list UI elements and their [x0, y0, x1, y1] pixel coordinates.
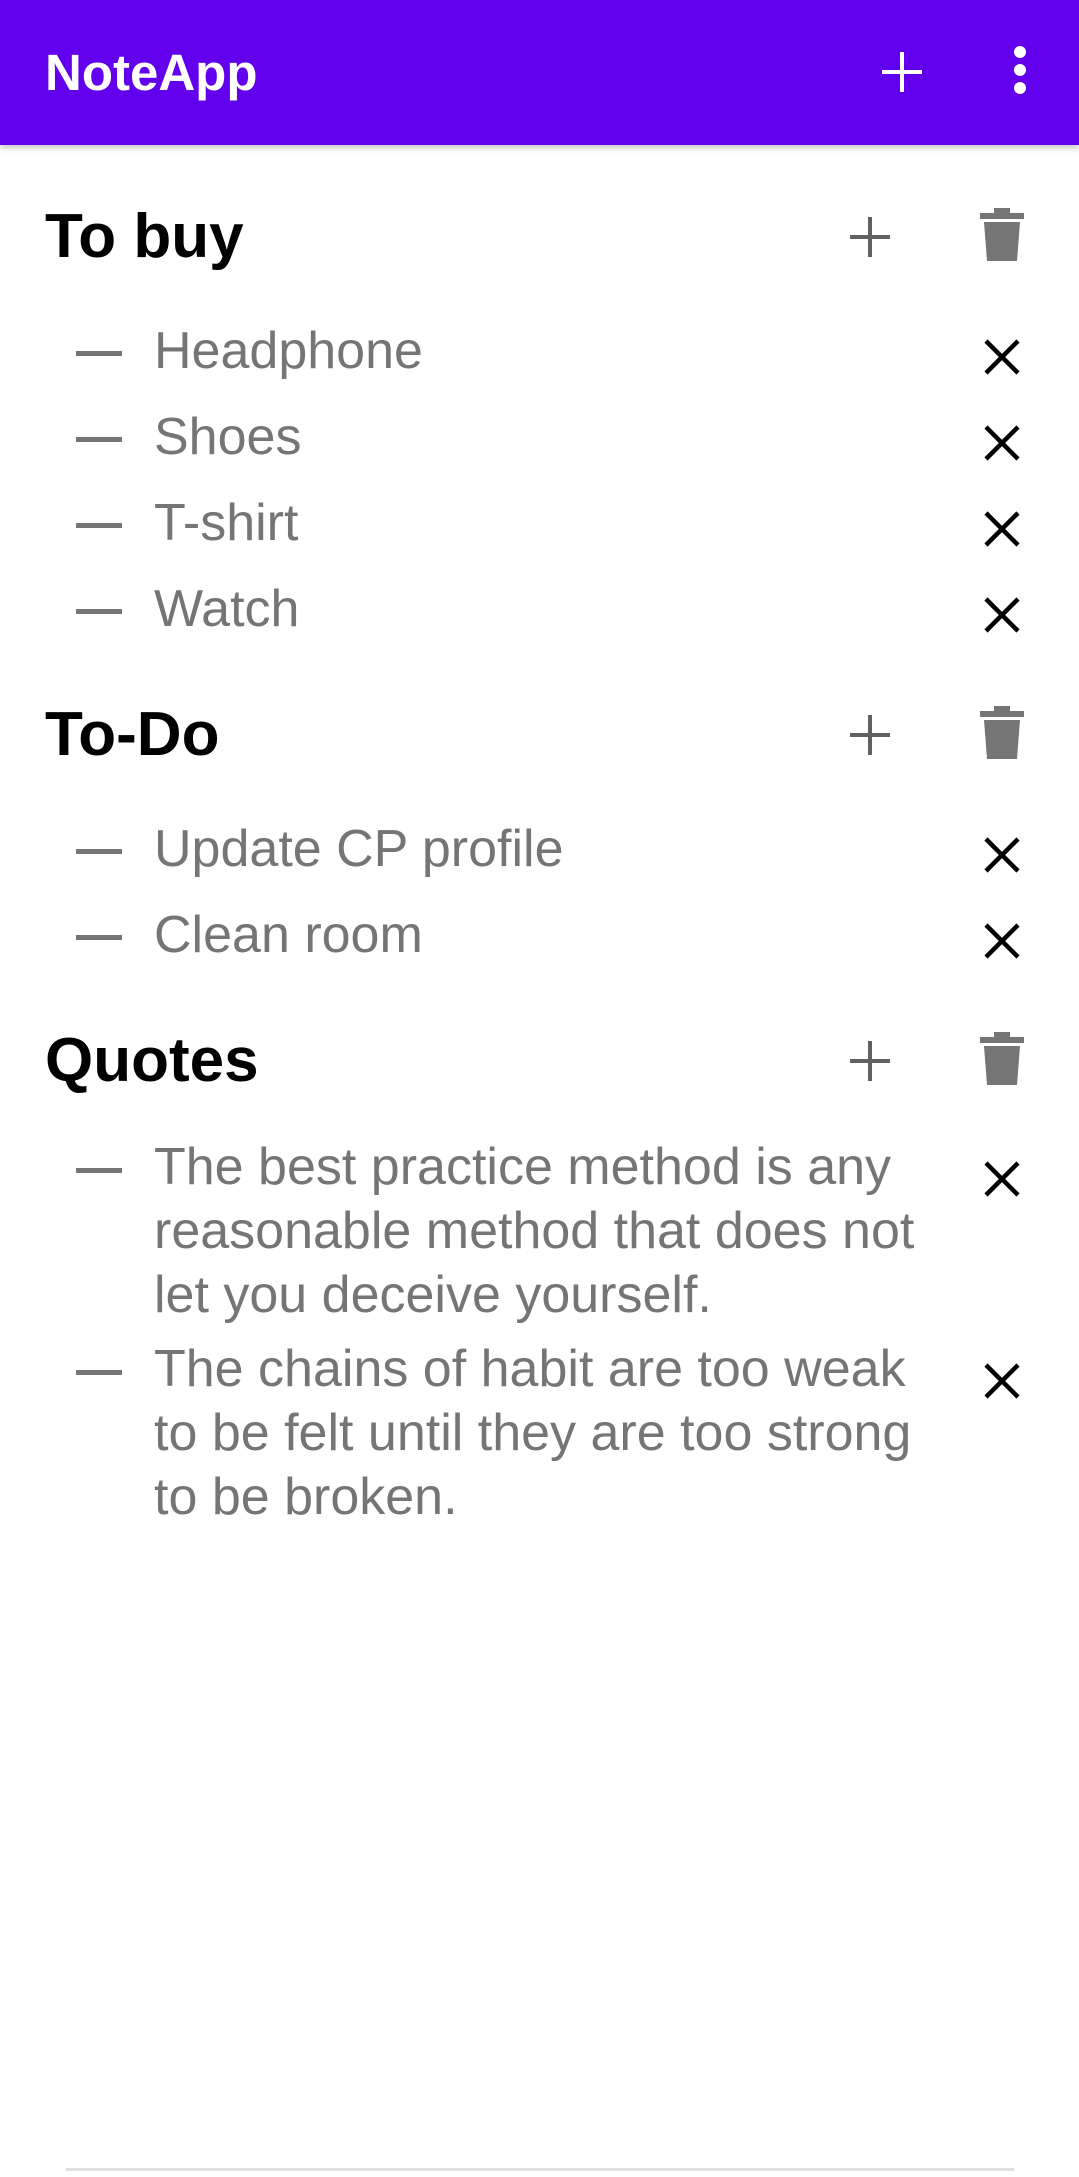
dash-icon [76, 437, 122, 442]
remove-item-button[interactable] [978, 419, 1026, 467]
trash-icon [980, 706, 1024, 759]
dash-icon [76, 1370, 122, 1375]
app-title: NoteApp [45, 44, 258, 101]
dash-icon [76, 351, 122, 356]
dash-icon [76, 523, 122, 528]
add-item-button[interactable] [842, 1033, 898, 1089]
delete-note-button[interactable] [978, 207, 1026, 263]
close-icon [984, 425, 1020, 461]
plus-icon [850, 1041, 890, 1081]
plus-icon [882, 52, 922, 92]
remove-item-button[interactable] [978, 505, 1026, 553]
remove-item-button[interactable] [978, 831, 1026, 879]
remove-item-button[interactable] [978, 1155, 1026, 1203]
dash-icon [76, 609, 122, 614]
close-icon [984, 1161, 1020, 1197]
close-icon [984, 511, 1020, 547]
dash-icon [76, 849, 122, 854]
note-title: To-Do [45, 700, 220, 769]
remove-item-button[interactable] [978, 333, 1026, 381]
dash-icon [76, 935, 122, 940]
remove-item-button[interactable] [978, 917, 1026, 965]
overflow-menu-button[interactable] [990, 40, 1050, 104]
delete-note-button[interactable] [978, 705, 1026, 761]
note-title: To buy [45, 202, 244, 271]
item-text: Watch [154, 580, 300, 638]
add-item-button[interactable] [842, 209, 898, 265]
more-vertical-icon [1014, 46, 1026, 94]
close-icon [984, 837, 1020, 873]
add-item-button[interactable] [842, 707, 898, 763]
close-icon [984, 339, 1020, 375]
item-text: Shoes [154, 408, 302, 466]
add-note-button[interactable] [870, 40, 934, 104]
item-text: Clean room [154, 906, 423, 964]
item-text: The chains of habit are too weak to be f… [154, 1340, 912, 1526]
close-icon [984, 1363, 1020, 1399]
trash-icon [980, 208, 1024, 261]
item-text: Headphone [154, 322, 423, 380]
dash-icon [76, 1168, 122, 1173]
plus-icon [850, 217, 890, 257]
app-bar: NoteApp [0, 0, 1079, 145]
divider [66, 2168, 1014, 2171]
note-title: Quotes [45, 1026, 259, 1095]
item-text: Update CP profile [154, 820, 564, 878]
delete-note-button[interactable] [978, 1031, 1026, 1087]
plus-icon [850, 715, 890, 755]
remove-item-button[interactable] [978, 1357, 1026, 1405]
item-text: The best practice method is any reasonab… [154, 1138, 915, 1324]
item-text: T-shirt [154, 494, 299, 552]
trash-icon [980, 1032, 1024, 1085]
close-icon [984, 597, 1020, 633]
close-icon [984, 923, 1020, 959]
remove-item-button[interactable] [978, 591, 1026, 639]
